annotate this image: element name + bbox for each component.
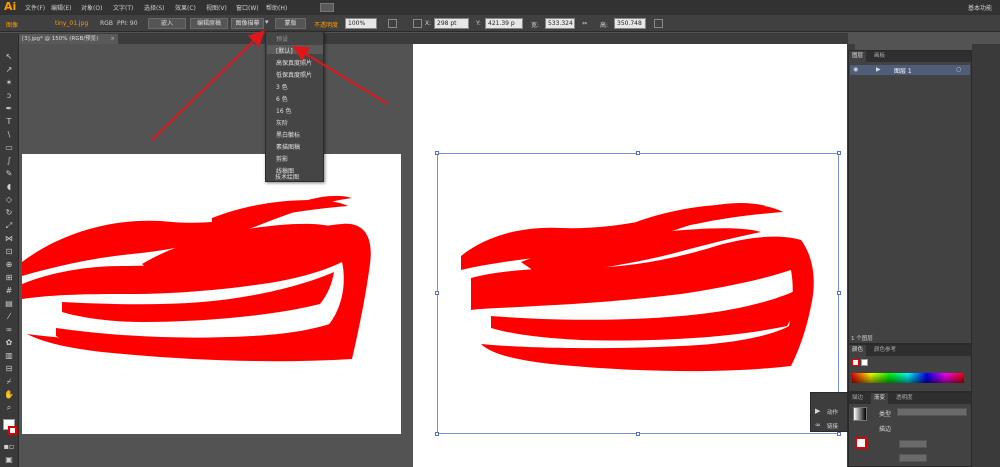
tab-artboards[interactable]: 画板 xyxy=(871,51,888,62)
tab-transparency[interactable]: 透明度 xyxy=(893,393,916,404)
actions-label[interactable]: 动作 xyxy=(827,408,838,416)
gradient-swatch[interactable] xyxy=(853,407,867,421)
color-spectrum-shade xyxy=(852,373,964,383)
tab-color[interactable]: 颜色 xyxy=(849,345,867,356)
type-select[interactable] xyxy=(897,408,967,416)
color-panel: 颜色 颜色参考 xyxy=(848,344,972,392)
aspect-field[interactable] xyxy=(899,454,927,462)
layers-panel-tabs: 图层 画板 xyxy=(849,51,971,62)
tab-gradient[interactable]: 渐变 xyxy=(871,393,889,404)
gradient-panel-tabs: 描边 渐变 透明度 xyxy=(849,393,971,404)
annotation-arrow-2 xyxy=(292,45,389,105)
layer-name[interactable]: 图层 1 xyxy=(894,66,912,75)
visibility-eye-icon[interactable]: ◉ xyxy=(853,66,858,73)
gradient-fill-stroke-icon[interactable] xyxy=(855,437,867,449)
link-icon[interactable]: ∞ xyxy=(815,421,821,429)
actions-panel: ▶ 动作 ∞ 链接 xyxy=(810,392,848,432)
layer-row[interactable]: ◉ ▶ 图层 1 ○ xyxy=(850,65,970,75)
panel-dock xyxy=(972,44,1000,467)
white-swatch[interactable] xyxy=(861,359,868,366)
expand-arrow-icon[interactable]: ▶ xyxy=(876,66,881,73)
angle-field[interactable] xyxy=(899,440,927,448)
links-label[interactable]: 链接 xyxy=(827,422,838,430)
annotation-arrow-1 xyxy=(151,30,265,141)
target-icon[interactable]: ○ xyxy=(956,66,961,73)
type-label: 类型 xyxy=(879,411,892,418)
tab-stroke[interactable]: 描边 xyxy=(849,393,866,404)
gradient-panel: 描边 渐变 透明度 类型 描边 xyxy=(848,392,972,467)
tab-layers[interactable]: 图层 xyxy=(849,51,867,62)
layers-panel: 图层 画板 ◉ ▶ 图层 1 ○ 1 个图层 xyxy=(848,50,972,344)
fill-stroke-icon[interactable] xyxy=(852,359,859,366)
color-panel-tabs: 颜色 颜色参考 xyxy=(849,345,971,356)
play-icon[interactable]: ▶ xyxy=(815,407,820,415)
tab-color-guide[interactable]: 颜色参考 xyxy=(871,345,899,356)
stroke-label: 描边 xyxy=(879,426,892,433)
layer-count: 1 个图层 xyxy=(851,336,873,342)
